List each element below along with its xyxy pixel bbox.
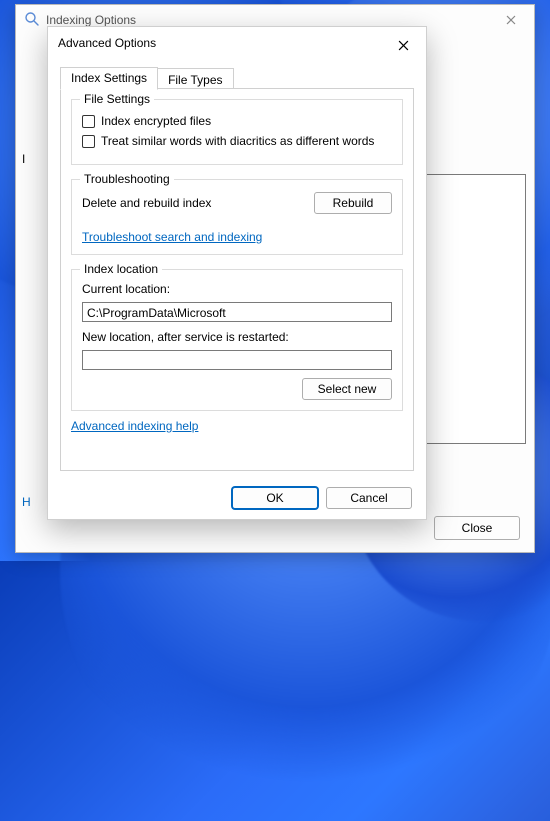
ok-button[interactable]: OK [232,487,318,509]
ok-button-label: OK [266,491,283,505]
tab-index-settings-label: Index Settings [71,71,147,85]
checkbox-index-encrypted[interactable] [82,115,95,128]
new-location-field[interactable] [82,350,392,370]
tab-panel-index-settings: File Settings Index encrypted files Trea… [60,88,414,471]
dialog-title: Advanced Options [48,27,426,59]
new-location-label: New location, after service is restarted… [82,330,392,344]
group-troubleshooting: Troubleshooting Delete and rebuild index… [71,179,403,255]
group-file-settings: File Settings Index encrypted files Trea… [71,99,403,165]
advanced-indexing-help-link[interactable]: Advanced indexing help [71,419,198,433]
indexing-options-close-button[interactable] [488,5,534,35]
tab-index-settings[interactable]: Index Settings [60,67,158,90]
dialog-close-button[interactable] [386,33,420,57]
rebuild-button[interactable]: Rebuild [314,192,392,214]
group-index-location-title: Index location [80,262,162,276]
troubleshoot-link[interactable]: Troubleshoot search and indexing [82,230,262,244]
current-location-field[interactable]: C:\ProgramData\Microsoft [82,302,392,322]
select-new-button[interactable]: Select new [302,378,392,400]
search-icon [24,11,40,30]
cancel-button-label: Cancel [350,491,387,505]
cancel-button[interactable]: Cancel [326,487,412,509]
rebuild-button-label: Rebuild [333,196,374,210]
current-location-label: Current location: [82,282,392,296]
rebuild-description: Delete and rebuild index [82,196,211,210]
close-button[interactable]: Close [434,516,520,540]
tab-file-types-label: File Types [168,73,222,87]
group-index-location: Index location Current location: C:\Prog… [71,269,403,411]
group-troubleshooting-title: Troubleshooting [80,172,174,186]
close-icon [398,40,409,51]
select-new-button-label: Select new [318,382,377,396]
checkbox-index-encrypted-label: Index encrypted files [101,114,211,128]
close-button-label: Close [462,521,493,535]
indexing-options-title: Indexing Options [46,13,136,27]
checkbox-diacritics-label: Treat similar words with diacritics as d… [101,134,374,148]
checkbox-diacritics[interactable] [82,135,95,148]
obscured-link[interactable]: H [22,495,31,509]
group-file-settings-title: File Settings [80,92,154,106]
advanced-options-dialog: Advanced Options Index Settings File Typ… [47,26,427,520]
obscured-label: I [22,152,25,166]
